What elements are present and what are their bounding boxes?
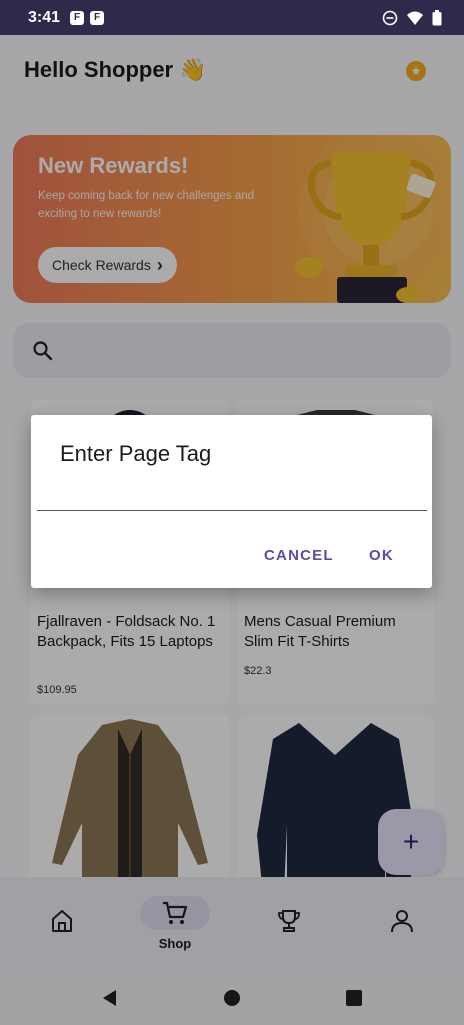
dialog-title: Enter Page Tag (60, 441, 212, 466)
status-time: 3:41 (28, 8, 61, 26)
do-not-disturb-icon (382, 10, 398, 25)
page-tag-input[interactable] (37, 485, 427, 511)
cancel-button[interactable]: CANCEL (264, 547, 334, 564)
ok-button[interactable]: OK (369, 547, 394, 564)
status-bar: 3:41 F F (0, 0, 464, 35)
app-notification-icon: F (90, 10, 105, 25)
wifi-icon (407, 11, 423, 25)
page-tag-dialog: Enter Page Tag CANCEL OK (31, 415, 432, 588)
app-notification-icon: F (70, 10, 85, 25)
battery-icon (432, 9, 442, 25)
